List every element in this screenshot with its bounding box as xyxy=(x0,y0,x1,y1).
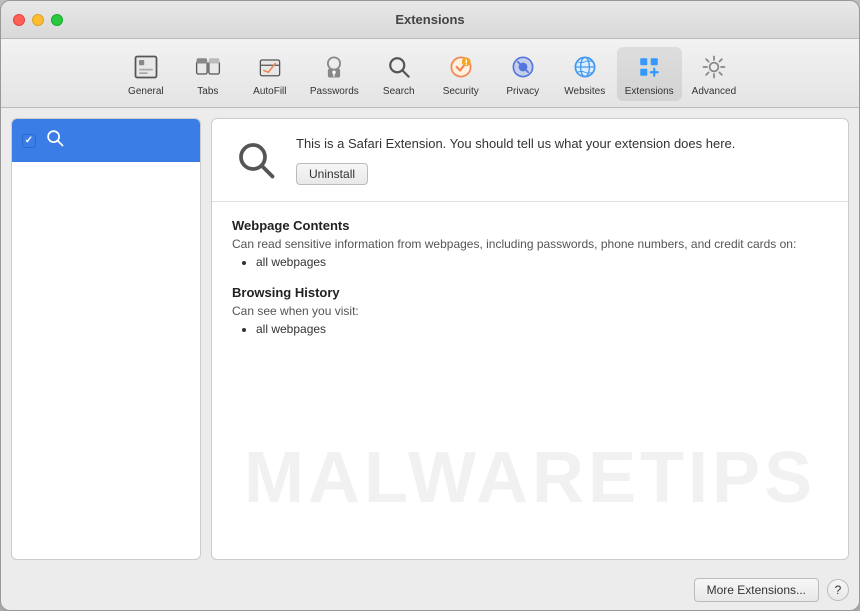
toolbar-item-extensions[interactable]: Extensions xyxy=(617,47,682,101)
content-area: MALWARETIPS This is a Safari Extension. … xyxy=(1,108,859,570)
tabs-icon xyxy=(192,51,224,83)
browsing-history-section: Browsing History Can see when you visit:… xyxy=(232,285,828,336)
uninstall-button[interactable]: Uninstall xyxy=(296,163,368,185)
autofill-icon xyxy=(254,51,286,83)
browsing-history-item-0: all webpages xyxy=(256,322,828,336)
websites-icon xyxy=(569,51,601,83)
extension-detail-panel: MALWARETIPS This is a Safari Extension. … xyxy=(211,118,849,560)
privacy-label: Privacy xyxy=(506,86,539,97)
webpage-contents-list: all webpages xyxy=(232,255,828,269)
sidebar-item-search-ext[interactable] xyxy=(12,119,200,162)
extension-main-icon xyxy=(232,136,280,184)
toolbar-item-passwords[interactable]: Passwords xyxy=(302,47,367,101)
search-icon xyxy=(383,51,415,83)
extension-enabled-checkbox[interactable] xyxy=(22,134,36,148)
safari-preferences-window: Extensions General xyxy=(0,0,860,611)
permissions-section: Webpage Contents Can read sensitive info… xyxy=(212,202,848,559)
search-label: Search xyxy=(383,86,415,97)
security-label: Security xyxy=(443,86,479,97)
toolbar-item-tabs[interactable]: Tabs xyxy=(178,47,238,101)
webpage-contents-description: Can read sensitive information from webp… xyxy=(232,237,828,251)
toolbar-item-search[interactable]: Search xyxy=(369,47,429,101)
webpage-contents-section: Webpage Contents Can read sensitive info… xyxy=(232,218,828,269)
window-controls xyxy=(13,14,63,26)
autofill-label: AutoFill xyxy=(253,86,286,97)
extension-description: This is a Safari Extension. You should t… xyxy=(296,135,828,153)
browsing-history-list: all webpages xyxy=(232,322,828,336)
webpage-contents-item-0: all webpages xyxy=(256,255,828,269)
toolbar: General Tabs AutoFill xyxy=(1,39,859,108)
toolbar-item-advanced[interactable]: Advanced xyxy=(684,47,744,101)
more-extensions-button[interactable]: More Extensions... xyxy=(694,578,819,602)
webpage-contents-title: Webpage Contents xyxy=(232,218,828,233)
close-button[interactable] xyxy=(13,14,25,26)
passwords-icon xyxy=(318,51,350,83)
toolbar-item-autofill[interactable]: AutoFill xyxy=(240,47,300,101)
maximize-button[interactable] xyxy=(51,14,63,26)
privacy-icon xyxy=(507,51,539,83)
extension-info: This is a Safari Extension. You should t… xyxy=(296,135,828,185)
passwords-label: Passwords xyxy=(310,86,359,97)
toolbar-item-security[interactable]: Security xyxy=(431,47,491,101)
websites-label: Websites xyxy=(564,86,605,97)
help-button[interactable]: ? xyxy=(827,579,849,601)
general-icon xyxy=(130,51,162,83)
tabs-label: Tabs xyxy=(197,86,218,97)
footer: More Extensions... ? xyxy=(1,570,859,610)
titlebar: Extensions xyxy=(1,1,859,39)
extension-header: This is a Safari Extension. You should t… xyxy=(212,119,848,202)
extension-icon-search xyxy=(44,127,66,154)
window-title: Extensions xyxy=(395,12,464,27)
toolbar-item-general[interactable]: General xyxy=(116,47,176,101)
advanced-icon xyxy=(698,51,730,83)
toolbar-item-websites[interactable]: Websites xyxy=(555,47,615,101)
security-icon xyxy=(445,51,477,83)
extensions-icon xyxy=(633,51,665,83)
browsing-history-description: Can see when you visit: xyxy=(232,304,828,318)
general-label: General xyxy=(128,86,164,97)
browsing-history-title: Browsing History xyxy=(232,285,828,300)
advanced-label: Advanced xyxy=(692,86,736,97)
minimize-button[interactable] xyxy=(32,14,44,26)
extensions-sidebar xyxy=(11,118,201,560)
toolbar-item-privacy[interactable]: Privacy xyxy=(493,47,553,101)
extensions-label: Extensions xyxy=(625,86,674,97)
